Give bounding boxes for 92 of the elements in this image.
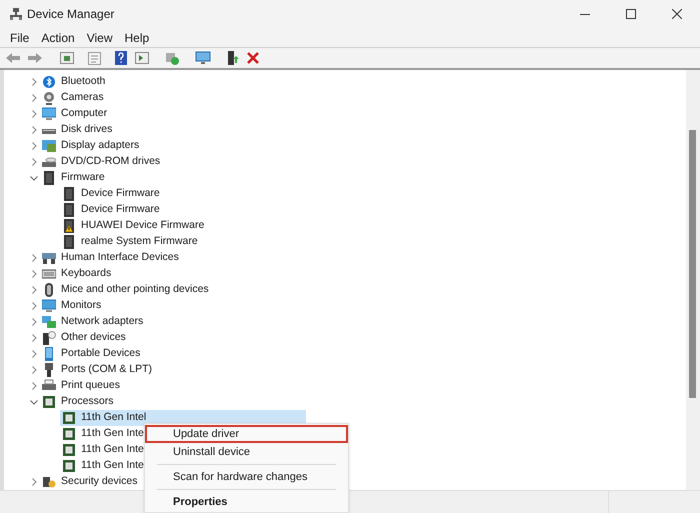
tree-item[interactable]: Processors bbox=[61, 394, 114, 410]
app-icon bbox=[9, 7, 23, 21]
computer-update-icon[interactable] bbox=[165, 51, 179, 65]
expand-chevron-icon[interactable] bbox=[32, 78, 36, 86]
tree-item[interactable]: realme System Firmware bbox=[60, 234, 198, 250]
device-category-icon bbox=[42, 347, 56, 361]
device-category-icon bbox=[42, 107, 56, 121]
tree-item[interactable]: Portable Devices bbox=[61, 346, 140, 362]
expand-chevron-icon[interactable] bbox=[32, 94, 36, 102]
tree-item[interactable]: Firmware bbox=[61, 170, 105, 186]
tree-item[interactable]: 11th Gen Inte bbox=[60, 442, 144, 458]
tree-item[interactable]: Disk drives bbox=[61, 122, 112, 138]
device-category-icon bbox=[42, 379, 56, 393]
expand-chevron-icon[interactable] bbox=[32, 350, 36, 358]
expand-chevron-icon[interactable] bbox=[32, 318, 36, 326]
tree-item[interactable]: DVD/CD-ROM drives bbox=[61, 154, 160, 170]
forward-arrow-icon[interactable] bbox=[28, 53, 42, 63]
device-category-icon bbox=[42, 139, 56, 153]
device-category-icon bbox=[42, 251, 56, 265]
menu-item[interactable]: Action bbox=[35, 28, 81, 46]
firmware-icon bbox=[62, 203, 76, 217]
expand-chevron-icon[interactable] bbox=[32, 142, 36, 150]
tree-item[interactable]: Keyboards bbox=[61, 266, 112, 282]
tree-item[interactable]: Ports (COM & LPT) bbox=[61, 362, 152, 378]
collapse-chevron-icon[interactable] bbox=[30, 176, 38, 180]
expand-chevron-icon[interactable] bbox=[32, 158, 36, 166]
device-category-icon bbox=[42, 283, 56, 297]
scrollbar[interactable] bbox=[686, 70, 700, 490]
device-category-icon bbox=[42, 171, 56, 185]
device-category-icon bbox=[42, 331, 56, 345]
warning-chip-icon bbox=[62, 219, 76, 233]
device-category-icon bbox=[42, 363, 56, 377]
menu-item[interactable]: View bbox=[80, 28, 118, 46]
device-category-icon bbox=[42, 475, 56, 489]
scrollbar-thumb[interactable] bbox=[689, 130, 696, 398]
tree-item[interactable]: Print queues bbox=[61, 378, 120, 394]
expand-chevron-icon[interactable] bbox=[32, 286, 36, 294]
device-category-icon bbox=[42, 395, 56, 409]
window-title: Device Manager bbox=[27, 6, 114, 23]
menu-item[interactable]: Help bbox=[118, 28, 156, 46]
console-tree-icon[interactable] bbox=[60, 52, 74, 64]
processor-icon bbox=[62, 443, 76, 457]
context-menu-item[interactable]: Properties bbox=[145, 493, 348, 511]
collapse-chevron-icon[interactable] bbox=[30, 400, 38, 404]
help-icon[interactable] bbox=[115, 51, 127, 65]
device-category-icon bbox=[42, 75, 56, 89]
context-menu-item[interactable]: Scan for hardware changes bbox=[145, 468, 348, 486]
expand-chevron-icon[interactable] bbox=[32, 126, 36, 134]
tree-item[interactable]: Other devices bbox=[61, 330, 126, 346]
expand-chevron-icon[interactable] bbox=[32, 110, 36, 118]
monitor-icon[interactable] bbox=[195, 51, 211, 65]
menu-item[interactable]: File bbox=[4, 28, 36, 46]
tree-item[interactable]: Device Firmware bbox=[60, 186, 160, 202]
device-category-icon bbox=[42, 91, 56, 105]
context-menu-item[interactable]: Uninstall device bbox=[145, 443, 348, 461]
firmware-icon bbox=[62, 235, 76, 249]
delete-icon[interactable] bbox=[247, 52, 259, 64]
tree-item[interactable]: 11th Gen Inte bbox=[60, 426, 144, 442]
expand-chevron-icon[interactable] bbox=[32, 478, 36, 486]
tree-item[interactable]: Mice and other pointing devices bbox=[61, 282, 209, 298]
expand-chevron-icon[interactable] bbox=[32, 270, 36, 278]
add-driver-icon[interactable] bbox=[227, 51, 239, 65]
device-category-icon bbox=[42, 299, 56, 313]
expand-chevron-icon[interactable] bbox=[32, 302, 36, 310]
expand-chevron-icon[interactable] bbox=[32, 366, 36, 374]
device-category-icon bbox=[42, 155, 56, 169]
tree-item[interactable]: Bluetooth bbox=[61, 74, 106, 90]
maximize-icon bbox=[626, 9, 636, 19]
firmware-icon bbox=[62, 187, 76, 201]
tree-item[interactable]: 11th Gen Inte bbox=[60, 458, 144, 474]
tree-item[interactable]: Cameras bbox=[61, 90, 104, 106]
processor-icon bbox=[62, 427, 76, 441]
processor-icon bbox=[62, 411, 76, 425]
tree-item[interactable]: Human Interface Devices bbox=[61, 250, 179, 266]
tree-item[interactable]: Monitors bbox=[61, 298, 102, 314]
properties-sheet-icon[interactable] bbox=[88, 52, 101, 64]
tree-item[interactable]: HUAWEI Device Firmware bbox=[60, 218, 204, 234]
expand-chevron-icon[interactable] bbox=[32, 382, 36, 390]
expand-chevron-icon[interactable] bbox=[32, 334, 36, 342]
expand-chevron-icon[interactable] bbox=[32, 254, 36, 262]
tree-item[interactable]: Device Firmware bbox=[60, 202, 160, 218]
back-arrow-icon[interactable] bbox=[6, 53, 20, 63]
close-icon bbox=[672, 9, 682, 19]
context-menu-item[interactable]: Update driver bbox=[145, 425, 348, 443]
tree-item[interactable]: Network adapters bbox=[61, 314, 144, 330]
processor-icon bbox=[62, 459, 76, 473]
device-category-icon bbox=[42, 267, 56, 281]
action-pane-icon[interactable] bbox=[135, 52, 149, 64]
tree-item[interactable]: Display adapters bbox=[61, 138, 140, 154]
tree-item[interactable]: Computer bbox=[61, 106, 108, 122]
device-category-icon bbox=[42, 315, 56, 329]
tree-item[interactable]: Security devices bbox=[61, 474, 138, 490]
